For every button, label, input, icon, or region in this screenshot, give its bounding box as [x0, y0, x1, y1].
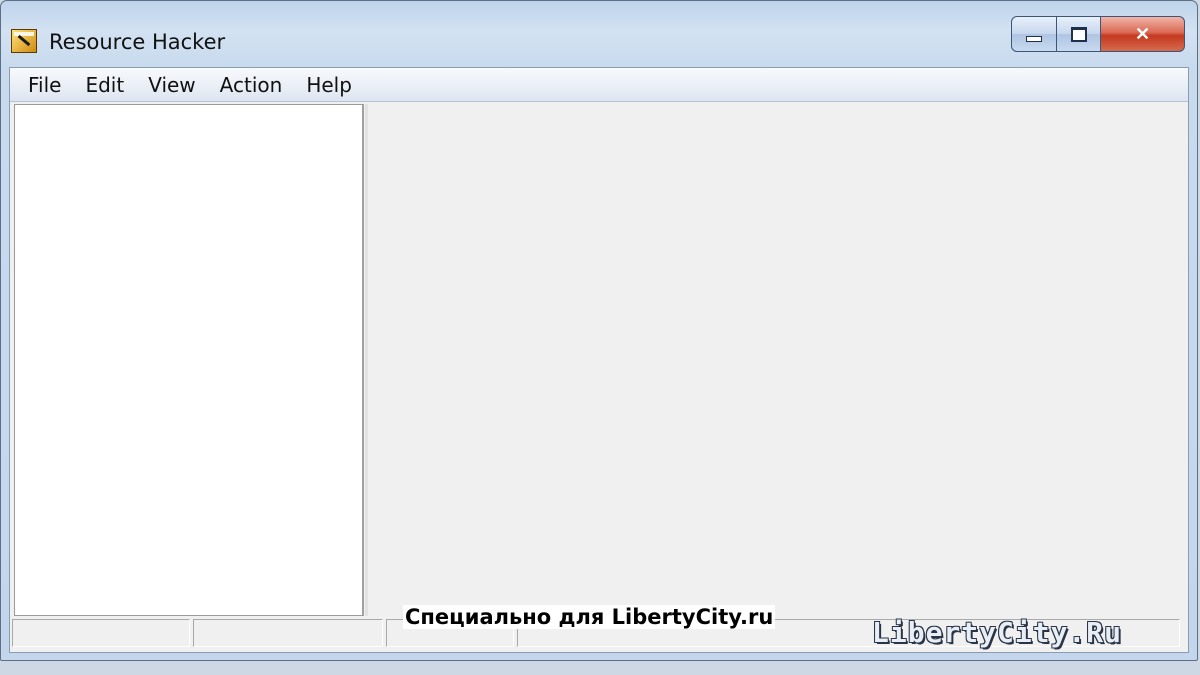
watermark-logo: LibertyCity.Ru — [872, 616, 1123, 649]
editor-pane[interactable] — [368, 104, 1184, 616]
title-bar[interactable]: Resource Hacker ✕ — [1, 1, 1197, 67]
desktop-edge — [0, 661, 1200, 675]
menu-bar: File Edit View Action Help — [10, 68, 1188, 102]
menu-action[interactable]: Action — [208, 68, 295, 102]
watermark-caption: Специально для LibertyCity.ru — [403, 605, 776, 629]
maximize-button[interactable] — [1057, 16, 1101, 52]
close-icon: ✕ — [1134, 23, 1151, 44]
main-window: Resource Hacker ✕ File Edit View Action … — [0, 0, 1198, 661]
close-button[interactable]: ✕ — [1101, 16, 1185, 52]
maximize-icon — [1070, 26, 1087, 42]
menu-file[interactable]: File — [16, 68, 73, 102]
menu-help[interactable]: Help — [294, 68, 364, 102]
resource-hacker-app-icon[interactable] — [11, 29, 37, 53]
status-panel-1 — [12, 619, 190, 647]
client-area: File Edit View Action Help — [9, 67, 1189, 653]
menu-edit[interactable]: Edit — [73, 68, 136, 102]
window-title: Resource Hacker — [49, 30, 226, 54]
minimize-button[interactable] — [1011, 16, 1057, 52]
status-panel-2 — [193, 619, 383, 647]
minimize-icon — [1026, 36, 1042, 42]
resource-tree-pane[interactable] — [14, 104, 364, 616]
menu-view[interactable]: View — [136, 68, 207, 102]
window-controls: ✕ — [1011, 16, 1185, 52]
